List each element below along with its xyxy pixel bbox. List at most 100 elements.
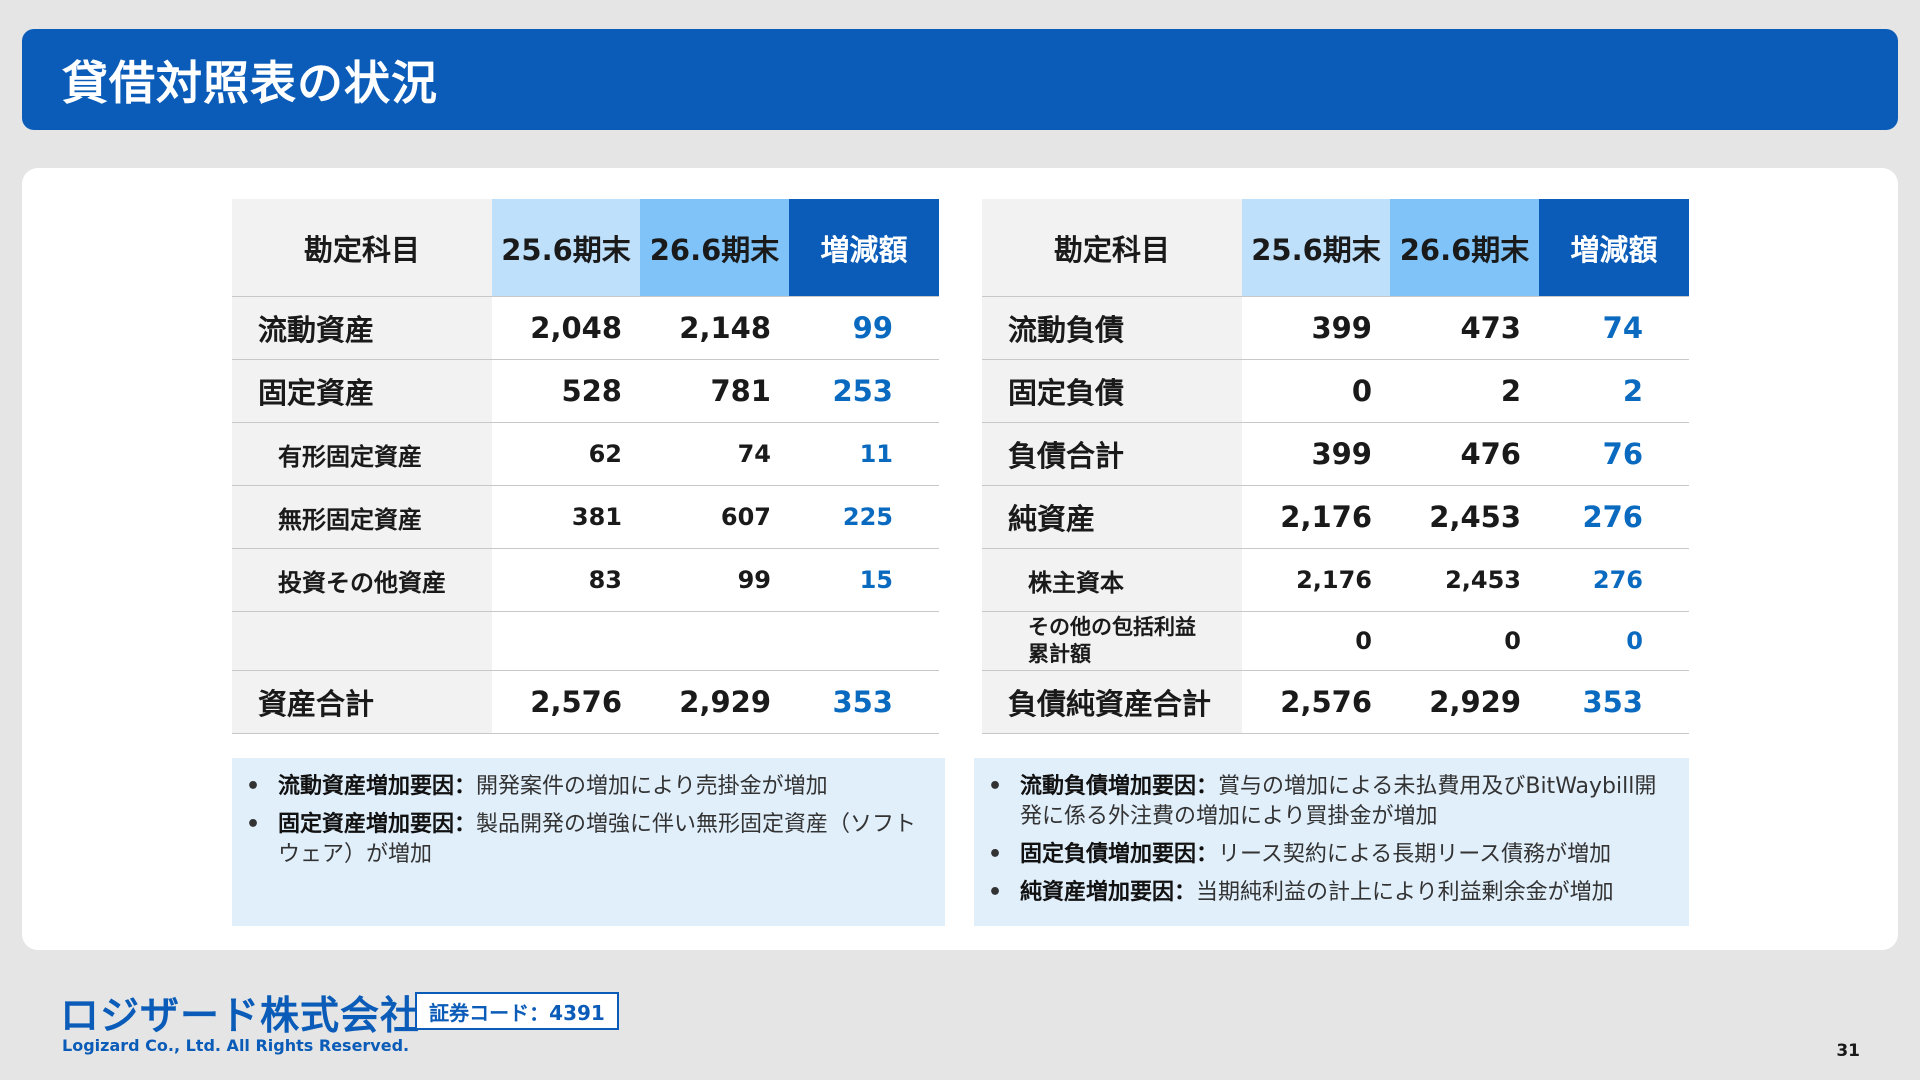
value-curr: 607: [720, 503, 771, 531]
note-item: • 固定資産増加要因：製品開発の増強に伴い無形固定資産（ソフトウェア）が増加: [232, 810, 931, 870]
value-change: 225: [842, 503, 893, 531]
value-curr: 2,453: [1429, 500, 1521, 534]
row-label: [232, 611, 492, 671]
company-logo: ロジザード株式会社: [60, 994, 421, 1039]
liabilities-table: 勘定科目 25.6期末 26.6期末 増減額 流動負債 399 473 74 固…: [982, 199, 1689, 734]
value-prev: 83: [588, 566, 622, 594]
value-change: 2: [1622, 374, 1643, 408]
value-prev: 2,576: [530, 685, 622, 719]
value-prev: [492, 612, 640, 671]
table-row: 純資産 2,176 2,453 276: [982, 485, 1689, 549]
note-item: • 純資産増加要因：当期純利益の計上により利益剰余金が増加: [974, 878, 1675, 908]
col-header-prev-period: 25.6期末: [492, 199, 640, 297]
note-item: • 流動資産増加要因：開発案件の増加により売掛金が増加: [232, 772, 931, 802]
row-label: 無形固定資産: [232, 485, 492, 549]
bullet: •: [988, 774, 1003, 799]
row-label: 純資産: [982, 485, 1242, 549]
note-text: 開発案件の増加により売掛金が増加: [476, 774, 828, 799]
value-prev: 2,176: [1296, 566, 1372, 594]
row-label: 投資その他資産: [232, 548, 492, 612]
row-label-line2: 累計額: [1028, 642, 1091, 666]
table-row: 負債合計 399 476 76: [982, 422, 1689, 486]
col-header-change: 増減額: [1539, 199, 1689, 297]
value-prev: 2,576: [1280, 685, 1372, 719]
row-label: 有形固定資産: [232, 422, 492, 486]
table-row: 無形固定資産 381 607 225: [232, 485, 939, 549]
note-text: 当期純利益の計上により利益剰余金が増加: [1196, 880, 1614, 905]
value-curr: 2: [1500, 374, 1521, 408]
note-item: • 固定負債増加要因：リース契約による長期リース債務が増加: [974, 840, 1675, 870]
value-curr: 2,148: [679, 311, 771, 345]
value-curr: 2,453: [1445, 566, 1521, 594]
bullet: •: [246, 774, 261, 799]
value-change: 76: [1602, 437, 1643, 471]
value-change: 0: [1626, 627, 1643, 655]
value-change: 353: [832, 685, 893, 719]
value-prev: 381: [571, 503, 622, 531]
value-prev: 399: [1311, 437, 1372, 471]
table-row: 投資その他資産 83 99 15: [232, 548, 939, 612]
row-label-line1: その他の包括利益: [1028, 615, 1196, 639]
value-prev: 2,048: [530, 311, 622, 345]
table-row: その他の包括利益 累計額 0 0 0: [982, 611, 1689, 671]
copyright-text: Logizard Co., Ltd. All Rights Reserved.: [62, 1036, 410, 1055]
value-change: 11: [859, 440, 893, 468]
liabilities-header-row: 勘定科目 25.6期末 26.6期末 増減額: [982, 199, 1689, 297]
value-curr: 473: [1460, 311, 1521, 345]
stock-code-badge: 証券コード：4391: [415, 992, 619, 1030]
col-header-curr-period: 26.6期末: [1390, 199, 1539, 297]
value-prev: 0: [1355, 627, 1372, 655]
note-key: 流動負債増加要因：: [1020, 774, 1219, 799]
row-label: 負債合計: [982, 422, 1242, 486]
table-row: 流動負債 399 473 74: [982, 296, 1689, 360]
bullet: •: [988, 842, 1003, 867]
value-change: 276: [1582, 500, 1643, 534]
col-header-account: 勘定科目: [232, 199, 492, 297]
value-prev: 2,176: [1280, 500, 1372, 534]
value-curr: 74: [737, 440, 771, 468]
value-curr: 2,929: [1429, 685, 1521, 719]
row-label: 流動負債: [982, 296, 1242, 360]
note-key: 固定負債増加要因：: [1020, 842, 1219, 867]
table-row-total: 負債純資産合計 2,576 2,929 353: [982, 670, 1689, 734]
page-title: 貸借対照表の状況: [62, 55, 438, 110]
value-change: 74: [1602, 311, 1643, 345]
row-label: 株主資本: [982, 548, 1242, 612]
value-change: 276: [1592, 566, 1643, 594]
notes-left: • 流動資産増加要因：開発案件の増加により売掛金が増加 • 固定資産増加要因：製品開…: [232, 758, 945, 926]
row-label: 流動資産: [232, 296, 492, 360]
table-row-total: 資産合計 2,576 2,929 353: [232, 670, 939, 734]
note-text: リース契約による長期リース債務が増加: [1218, 842, 1612, 867]
value-curr: 476: [1460, 437, 1521, 471]
note-item: • 流動負債増加要因：賞与の増加による未払費用及びBitWaybill開発に係る外…: [974, 772, 1675, 832]
value-change: 253: [832, 374, 893, 408]
value-change: 15: [859, 566, 893, 594]
col-header-account: 勘定科目: [982, 199, 1242, 297]
value-curr: 99: [737, 566, 771, 594]
title-bar: 貸借対照表の状況: [22, 29, 1898, 130]
notes-right: • 流動負債増加要因：賞与の増加による未払費用及びBitWaybill開発に係る外…: [974, 758, 1689, 926]
assets-table: 勘定科目 25.6期末 26.6期末 増減額 流動資産 2,048 2,148 …: [232, 199, 939, 734]
col-header-change: 増減額: [789, 199, 939, 297]
value-prev: 399: [1311, 311, 1372, 345]
value-curr: 781: [710, 374, 771, 408]
row-label: 固定負債: [982, 359, 1242, 423]
table-row-empty: [232, 611, 939, 671]
value-change: 353: [1582, 685, 1643, 719]
note-key: 固定資産増加要因：: [278, 812, 477, 837]
table-row: 固定資産 528 781 253: [232, 359, 939, 423]
page-number: 31: [1836, 1041, 1860, 1061]
table-row: 流動資産 2,048 2,148 99: [232, 296, 939, 360]
value-prev: 528: [561, 374, 622, 408]
row-label: その他の包括利益 累計額: [982, 611, 1242, 671]
assets-header-row: 勘定科目 25.6期末 26.6期末 増減額: [232, 199, 939, 297]
note-key: 純資産増加要因：: [1020, 880, 1197, 905]
col-header-prev-period: 25.6期末: [1242, 199, 1390, 297]
value-change: [789, 612, 939, 671]
table-row: 固定負債 0 2 2: [982, 359, 1689, 423]
value-curr: 2,929: [679, 685, 771, 719]
row-label: 固定資産: [232, 359, 492, 423]
value-curr: [640, 612, 789, 671]
bullet: •: [246, 812, 261, 837]
value-prev: 62: [588, 440, 622, 468]
